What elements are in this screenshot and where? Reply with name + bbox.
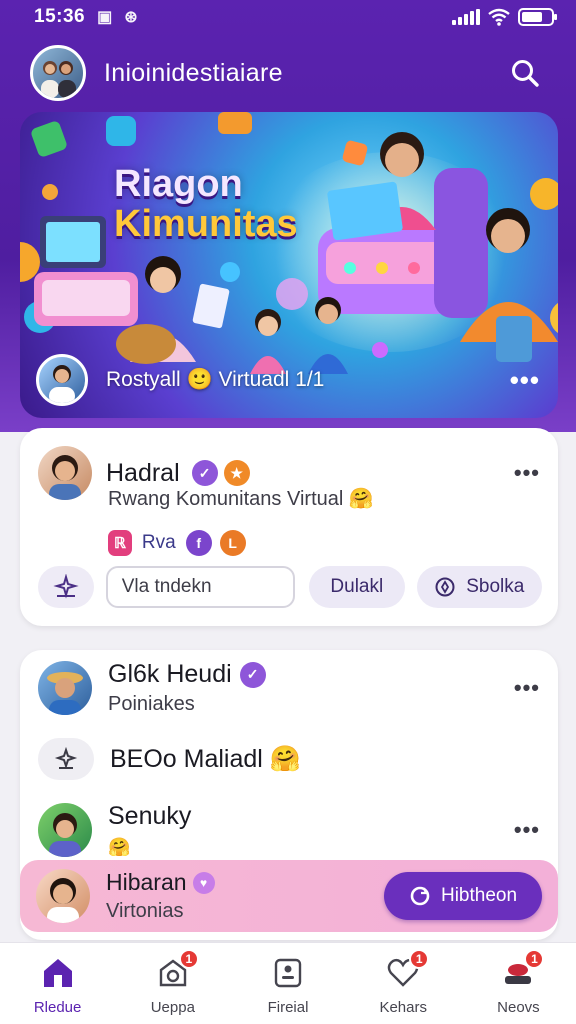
tag-text[interactable]: Rva [142,532,176,554]
nav-item-news[interactable]: 1 Neovs [461,943,576,1024]
search-icon [512,60,539,87]
banner-caption: Rostyall 🙂 Virtuadl 1/1 [106,368,325,391]
join-button-label: Hibtheon [440,885,518,906]
activity-text: BEOo Maliadl 🤗 [110,744,301,773]
nav-label: Ueppa [150,999,195,1016]
verified-icon: ✓ [239,661,266,688]
nav-item-home[interactable]: Rledue [0,943,115,1024]
nav-item-favorites[interactable]: 1 Kehars [346,943,461,1024]
list-item[interactable]: BEOo Maliadl 🤗 [38,738,540,780]
nav-label: Rledue [33,999,82,1016]
app-header: Inioinidestiaiare [0,40,576,106]
nav-item-profile[interactable]: Fireial [230,943,345,1024]
member-more-button[interactable]: ••• [514,817,540,843]
home-icon [43,959,72,987]
banner-title-line2: Kimunitas [114,203,298,245]
notification-badge: 1 [524,949,545,969]
bottom-navigation: Rledue 1 Ueppa Fireial 1 Kehars 1 Neovs [0,942,576,1024]
highlight-name: Hibaran [106,869,187,895]
highlight-subtitle: Virtonias [106,900,184,922]
member-name: Senuky [108,802,192,830]
notification-badge: 1 [409,949,430,969]
post-card: Hadral ✓ ★ ••• Rwang Komunitans Virtual … [20,428,558,626]
banner-author-avatar[interactable] [36,354,88,406]
search-button[interactable] [504,52,546,94]
l-badge-icon[interactable]: L [219,530,246,556]
post-author-avatar[interactable] [38,446,92,500]
member-avatar[interactable] [38,661,92,715]
status-time: 15:36 [34,6,86,27]
signal-icon [452,9,480,25]
heart-badge-icon: ♥ [192,871,215,894]
post-subtitle: Rwang Komunitans Virtual 🤗 [108,488,374,510]
activity-icon-button[interactable] [38,738,94,780]
verified-icon: ✓ [191,460,218,486]
comment-input[interactable]: Vla tndekn [105,566,296,608]
nav-item-apps[interactable]: 1 Ueppa [115,943,230,1024]
notification-icon: ⊛ [124,9,138,26]
banner-title-line1: Riagon [114,163,243,205]
battery-icon [518,8,557,26]
nav-label: Kehars [379,999,427,1016]
member-subtitle: Poiniakes [108,693,195,715]
highlight-avatar[interactable] [36,869,90,923]
banner-footer: Rostyall 🙂 Virtuadl 1/1 ••• [36,352,540,408]
list-item[interactable]: Senuky 🤗 ••• [38,802,540,858]
sparkle-icon [53,574,79,599]
media-icon: ▣ [97,9,113,26]
secondary-action-label: Sbolka [466,576,525,597]
react-button[interactable] [38,566,94,608]
highlight-row[interactable]: Hibaran ♥ Virtonias Hibtheon [20,860,558,932]
banner-more-button[interactable]: ••• [510,365,540,396]
profile-card-icon [274,958,302,988]
banner-title: Riagon Kimunitas [114,164,298,244]
member-more-button[interactable]: ••• [514,675,540,701]
primary-action-button[interactable]: Dulakl [309,566,405,608]
member-avatar[interactable] [38,803,92,857]
refresh-icon [410,886,430,906]
profile-avatar[interactable] [30,45,86,101]
location-icon [435,577,455,597]
tag-chip[interactable]: ℝ [108,530,132,556]
post-tags: ℝ Rva f L [108,530,246,556]
post-actions: Vla tndekn Dulakl Sbolka [38,566,543,608]
sparkle-icon [54,747,78,770]
member-name: Gl6k Heudi [108,660,232,688]
nav-label: Neovs [497,999,540,1016]
wifi-icon [488,8,510,26]
list-item[interactable]: Gl6k Heudi ✓ Poiniakes ••• [38,660,540,716]
star-badge-icon: ★ [223,460,250,486]
secondary-action-button[interactable]: Sbolka [416,566,543,608]
post-more-button[interactable]: ••• [514,460,540,486]
nav-label: Fireial [267,999,309,1016]
notification-badge: 1 [178,949,199,969]
status-bar: 15:36 ▣ ⊛ [0,0,576,34]
app-title: Inioinidestiaiare [104,58,283,87]
facebook-icon[interactable]: f [185,530,212,556]
join-button[interactable]: Hibtheon [384,872,542,920]
member-emoji: 🤗 [108,837,131,857]
post-author-name: Hadral [106,458,180,487]
